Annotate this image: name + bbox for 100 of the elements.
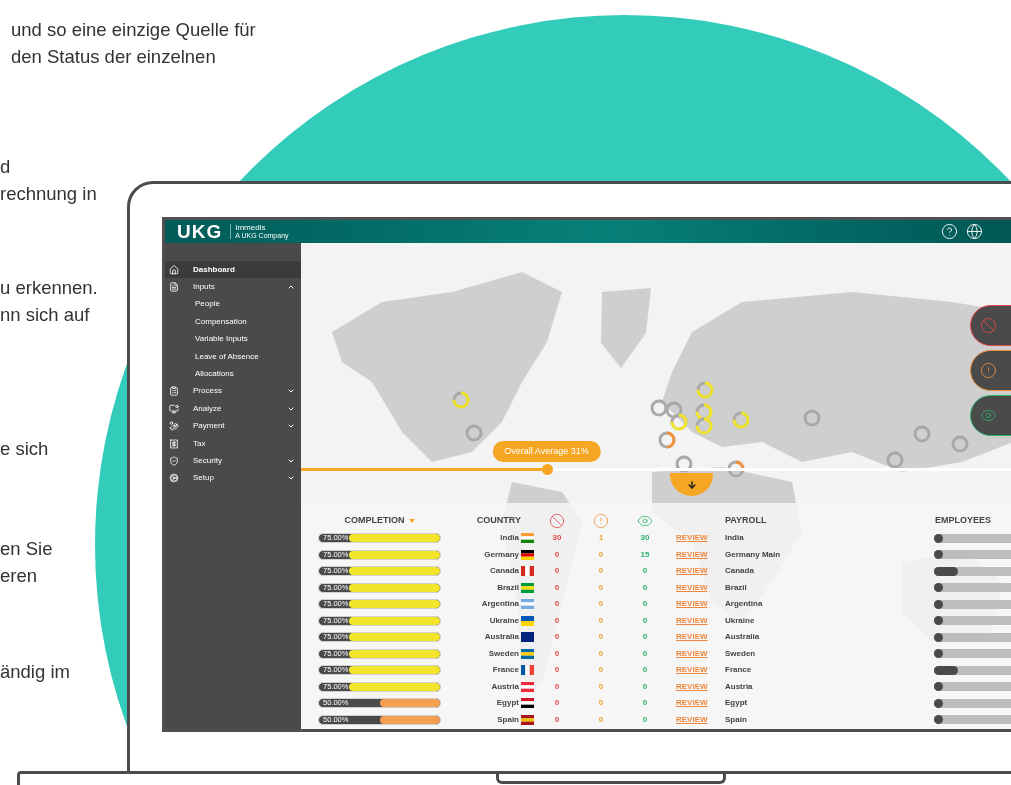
ban-icon	[980, 317, 997, 334]
sidebar-item[interactable]: Setup	[165, 469, 301, 488]
reviewed-count: 0	[641, 697, 649, 710]
error-count: 0	[553, 614, 561, 627]
error-count: 0	[553, 680, 561, 693]
alert-icon	[980, 362, 997, 379]
donut-marker[interactable]	[650, 399, 668, 417]
intro-paragraph: en Sie eren	[0, 537, 53, 588]
country-name: France	[492, 664, 519, 677]
donut-marker[interactable]	[675, 455, 693, 473]
donut-marker[interactable]	[452, 391, 470, 409]
country-name: Spain	[497, 713, 519, 726]
error-count: 0	[553, 713, 561, 726]
donut-marker[interactable]	[886, 451, 904, 469]
sidebar-item[interactable]: Inputs	[165, 278, 301, 296]
warning-count: 0	[597, 664, 605, 677]
menu-icon	[169, 438, 179, 449]
donut-marker[interactable]	[665, 401, 683, 419]
donut-marker[interactable]	[658, 431, 676, 449]
sidebar-item[interactable]: Process	[165, 382, 301, 401]
reviewed-count: 0	[641, 565, 649, 578]
globe-icon[interactable]	[966, 223, 983, 240]
flag-icon	[521, 714, 534, 725]
sidebar-item[interactable]: Tax	[165, 434, 301, 453]
donut-marker[interactable]	[913, 425, 931, 443]
sidebar-item[interactable]: Security	[165, 452, 301, 470]
flag-icon	[521, 698, 534, 709]
warning-count: 0	[597, 680, 605, 693]
sidebar-subitem[interactable]: Variable Inputs	[165, 330, 301, 348]
reviewed-count: 0	[641, 664, 649, 677]
reviewed-count: 0	[641, 614, 649, 627]
reviewed-count: 0	[641, 631, 649, 644]
payroll-name: Argentina	[724, 598, 764, 611]
warning-count: 0	[597, 713, 605, 726]
flag-icon	[521, 648, 534, 659]
warning-count: 0	[597, 647, 605, 660]
donut-marker[interactable]	[695, 403, 713, 421]
sidebar-item[interactable]: Payment	[165, 417, 301, 435]
donut-marker[interactable]	[465, 424, 483, 442]
payroll-name: Germany Main	[724, 548, 782, 561]
country-name: Canada	[490, 565, 519, 578]
flag-icon	[521, 632, 534, 643]
payroll-name: India	[724, 532, 745, 545]
column-header[interactable]: COUNTRY	[476, 513, 521, 528]
help-icon[interactable]	[941, 223, 958, 240]
error-count: 0	[553, 598, 561, 611]
average-tooltip: Overall Average 31%	[492, 441, 601, 462]
country-name: India	[500, 532, 519, 545]
error-count: 0	[553, 565, 561, 578]
country-name: Brazil	[497, 581, 519, 594]
country-name: Austria	[491, 680, 519, 693]
donut-marker[interactable]	[803, 409, 821, 427]
sidebar-subitem[interactable]: Leave of Absence	[165, 347, 301, 366]
error-count: 0	[553, 697, 561, 710]
sidebar-subitem[interactable]: Compensation	[165, 313, 301, 331]
menu-icon	[169, 386, 179, 397]
payroll-name: Canada	[724, 565, 755, 578]
column-header[interactable]: EMPLOYEES	[935, 513, 991, 528]
donut-marker[interactable]	[695, 417, 713, 435]
reviewed-count: 0	[641, 581, 649, 594]
column-header[interactable]: COMPLETION	[344, 513, 415, 528]
warning-count: 0	[597, 697, 605, 710]
country-name: Sweden	[488, 647, 519, 660]
donut-marker[interactable]	[951, 435, 969, 453]
payroll-name: France	[724, 664, 753, 677]
slider-thumb[interactable]	[541, 464, 553, 475]
reviewed-count: 0	[641, 598, 649, 611]
error-count: 0	[553, 631, 561, 644]
flag-icon	[521, 566, 534, 577]
reviewed-count: 30	[639, 532, 651, 545]
warning-count: 0	[597, 631, 605, 644]
brand-name: Immedis	[235, 224, 267, 232]
sidebar-subitem[interactable]: People	[165, 295, 301, 314]
donut-marker[interactable]	[727, 460, 745, 478]
donut-marker[interactable]	[732, 411, 750, 429]
menu-icon	[169, 473, 179, 484]
intro-paragraph: e sich	[0, 437, 49, 461]
flag-icon	[521, 549, 534, 560]
error-count: 0	[553, 664, 561, 677]
sidebar-item[interactable]: Analyze	[165, 400, 301, 418]
sidebar-subitem[interactable]: Allocations	[165, 365, 301, 383]
reviewed-count: 0	[641, 647, 649, 660]
error-count: 0	[553, 548, 561, 561]
donut-marker[interactable]	[670, 413, 688, 431]
warning-count: 1	[597, 532, 605, 545]
country-name: Ukraine	[489, 614, 519, 627]
flag-icon	[521, 582, 534, 593]
donut-marker[interactable]	[696, 381, 714, 399]
blocked-column-icon	[549, 512, 565, 529]
sidebar-item[interactable]: Dashboard	[165, 261, 301, 279]
menu-icon	[169, 421, 179, 432]
reviewed-count: 15	[639, 548, 651, 561]
column-header[interactable]: PAYROLL	[725, 513, 767, 528]
payroll-name: Spain	[724, 713, 748, 726]
menu-icon	[169, 282, 179, 293]
warning-count: 0	[597, 565, 605, 578]
menu-icon	[169, 264, 179, 275]
intro-paragraph: u erkennen. nn sich auf	[0, 276, 98, 327]
payroll-name: Egypt	[724, 697, 749, 710]
flag-icon	[521, 533, 534, 544]
